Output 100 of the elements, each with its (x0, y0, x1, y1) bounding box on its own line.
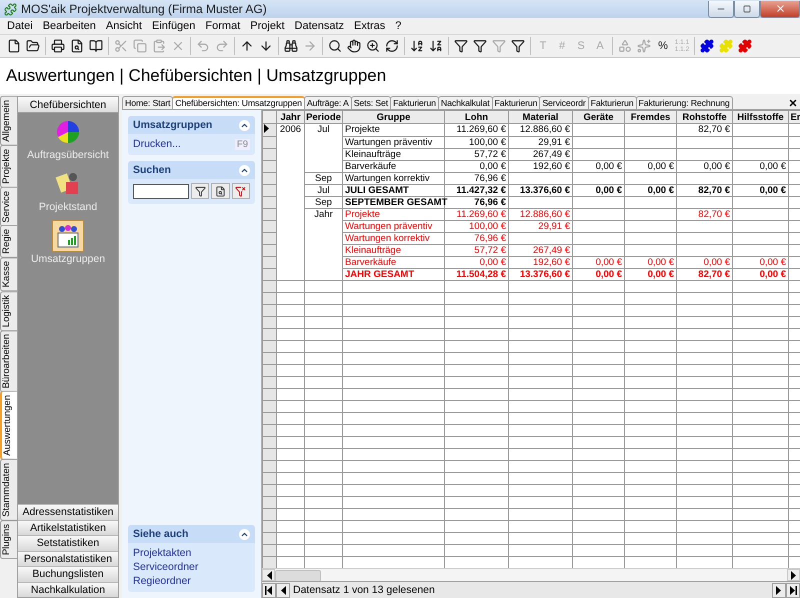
column-header[interactable]: Rohstoffe (676, 110, 732, 124)
next-record-button[interactable] (772, 582, 786, 598)
side-tab[interactable]: Projekte (0, 144, 17, 188)
shortcut-key: F9 (234, 138, 250, 150)
toolbar-button[interactable] (345, 37, 363, 55)
search-field[interactable] (133, 184, 189, 198)
menu-item[interactable]: Datei (2, 20, 38, 32)
table-cell: 13.376,60 € (520, 185, 570, 196)
toolbar-button[interactable] (282, 37, 300, 55)
filter-icon (511, 39, 525, 53)
document-tab[interactable]: Home: Start (122, 96, 174, 109)
task-link[interactable]: Serviceordner (133, 561, 198, 573)
close-button[interactable] (760, 0, 800, 18)
column-header[interactable]: Hilfsstoffe (732, 110, 788, 124)
toolbar-button[interactable] (509, 37, 527, 55)
scroll-right-button[interactable] (787, 569, 800, 581)
side-tab[interactable]: Büroarbeiten (0, 330, 17, 392)
cut-icon (114, 39, 128, 53)
menu-item[interactable]: Projekt (245, 20, 290, 32)
document-tab[interactable]: Serviceordr (539, 96, 589, 109)
toolbar-button[interactable] (383, 37, 401, 55)
navigator-group-button[interactable]: Artikelstatistiken (18, 520, 118, 535)
navigator-group-button[interactable]: Setstatistiken (18, 535, 118, 550)
toolbar-button[interactable] (326, 37, 344, 55)
table-cell: 0,00 € (760, 161, 786, 172)
toolbar-button[interactable]: % (654, 37, 672, 55)
table-cell: Kleinaufträge (345, 149, 401, 160)
side-tab[interactable]: Plugins (0, 520, 17, 559)
column-header[interactable]: Periode (304, 110, 342, 124)
document-tab[interactable]: Nachkalkulat (438, 96, 492, 109)
collapse-toggle[interactable] (239, 120, 250, 130)
minimize-button[interactable] (708, 0, 734, 18)
filter-list-button[interactable] (211, 183, 230, 199)
previous-record-button[interactable] (276, 582, 290, 598)
side-tab[interactable]: Stammdaten (0, 458, 17, 521)
document-tab[interactable]: Sets: Set (350, 96, 392, 109)
horizontal-scrollbar[interactable] (262, 568, 800, 581)
column-header[interactable]: Er (788, 110, 800, 124)
table-cell: 0,00 € (648, 161, 674, 172)
table-cell: JULI GESAMT (345, 185, 409, 196)
document-tab[interactable]: Aufträge: A (304, 96, 352, 109)
maximize-button[interactable] (734, 0, 760, 18)
document-tab[interactable]: Chefübersichten: Umsatzgruppen (172, 96, 305, 109)
collapse-toggle[interactable] (239, 528, 250, 540)
scroll-left-button[interactable] (262, 569, 275, 581)
column-header[interactable]: Jahr (276, 110, 304, 124)
task-link[interactable]: Projektakten (133, 547, 192, 559)
sales-groups-icon[interactable] (53, 221, 83, 251)
side-tab[interactable]: Regie (0, 225, 17, 258)
table-cell: Jul (317, 124, 330, 135)
filter-button[interactable] (191, 183, 210, 199)
toolbar-button[interactable] (364, 37, 382, 55)
navigator-group-button[interactable]: Buchungslisten (18, 566, 118, 582)
maximize-icon (743, 4, 751, 12)
document-tab[interactable]: Fakturierun (390, 96, 439, 109)
menu-item[interactable]: Extras (349, 20, 390, 32)
table-cell: 0,00 € (760, 185, 786, 196)
toolbar-button[interactable] (698, 37, 716, 55)
sort-descending-icon (429, 39, 443, 53)
menu-item[interactable]: Einfügen (146, 20, 200, 32)
side-tab[interactable]: Logistik (0, 290, 17, 331)
last-record-button[interactable] (786, 582, 800, 598)
side-tab[interactable]: Allgemein (0, 96, 17, 146)
table-cell: 76,96 € (474, 173, 506, 184)
toolbar-button[interactable] (452, 37, 470, 55)
menu-item[interactable]: Datensatz (290, 20, 350, 32)
navigator-group-button[interactable]: Nachkalkulation (18, 582, 118, 597)
navigator-group-button[interactable]: Personalstatistiken (18, 550, 118, 566)
column-header[interactable]: Gruppe (342, 110, 444, 124)
clear-filter-button[interactable] (232, 183, 250, 199)
row-header[interactable] (262, 124, 276, 136)
scroll-thumb[interactable] (275, 570, 321, 582)
table-cell: 76,96 € (474, 233, 506, 244)
column-header[interactable]: Material (508, 110, 572, 124)
table-cell: 267,49 € (533, 245, 570, 256)
menu-item[interactable]: ? (390, 20, 406, 32)
document-tab[interactable]: Fakturierun (588, 96, 637, 109)
task-link[interactable]: Regieordner (133, 575, 191, 587)
table-cell: 2006 (280, 124, 302, 135)
table-cell: 0,00 € (704, 257, 730, 268)
navigator-group-button[interactable]: Adressenstatistiken (18, 504, 118, 520)
first-record-button[interactable] (262, 582, 276, 598)
column-header[interactable]: Fremdes (624, 110, 676, 124)
side-tab[interactable]: Service (0, 186, 17, 226)
collapse-toggle[interactable] (239, 164, 250, 176)
document-tab[interactable]: Fakturierun (492, 96, 540, 109)
document-tab[interactable]: Fakturierung: Rechnung (636, 96, 733, 109)
menu-item[interactable]: Bearbeiten (38, 20, 101, 32)
side-tab[interactable]: Auswertungen (0, 391, 17, 460)
toolbar-button[interactable] (49, 37, 67, 55)
table-cell: 0,00 € (648, 257, 674, 268)
side-tab[interactable]: Kasse (0, 257, 17, 292)
task-link[interactable]: Drucken... (133, 138, 181, 150)
table-cell: 82,70 € (698, 124, 730, 135)
column-header[interactable]: Lohn (444, 110, 508, 124)
toolbar-button[interactable] (471, 37, 489, 55)
menu-item[interactable]: Format (200, 20, 246, 32)
filter-icon (194, 186, 206, 196)
menu-item[interactable]: Ansicht (100, 20, 147, 32)
column-header[interactable]: Geräte (572, 110, 624, 124)
